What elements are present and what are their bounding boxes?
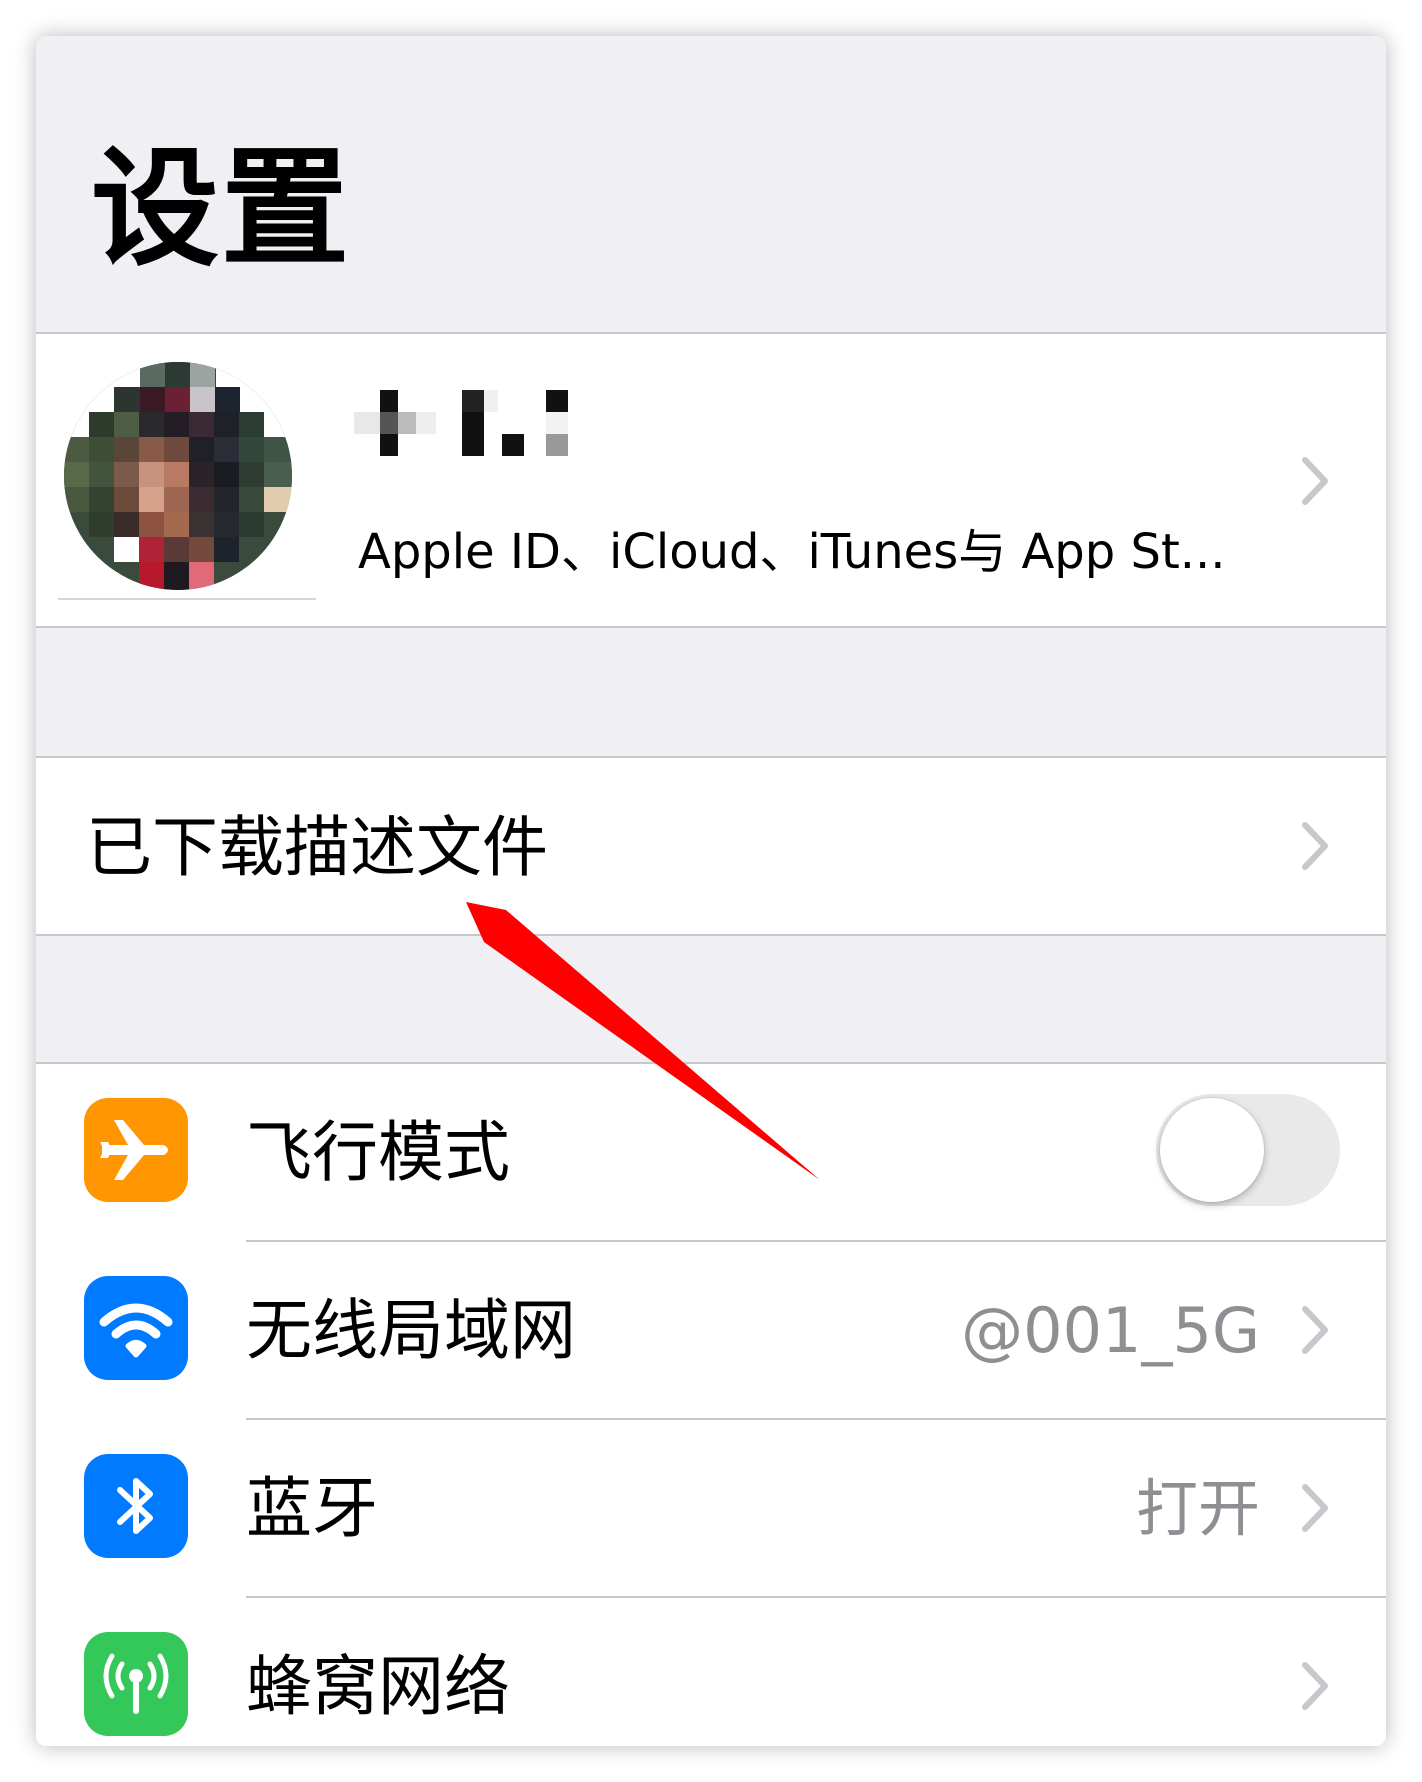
avatar xyxy=(64,362,292,590)
wlan-row[interactable]: 无线局域网 @001_5G xyxy=(36,1242,1386,1418)
cellular-label: 蜂窝网络 xyxy=(246,1648,510,1725)
downloaded-profiles-row[interactable]: 已下载描述文件 xyxy=(36,756,1386,936)
chevron-right-icon xyxy=(1302,1484,1328,1532)
apple-id-subtitle: Apple ID、iCloud、iTunes与 App St... xyxy=(358,524,1226,580)
wlan-label: 无线局域网 xyxy=(246,1292,576,1369)
airplane-mode-label: 飞行模式 xyxy=(246,1114,510,1191)
bluetooth-row[interactable]: 蓝牙 打开 xyxy=(36,1420,1386,1596)
chevron-right-icon xyxy=(1302,822,1328,870)
cellular-icon xyxy=(84,1632,188,1736)
downloaded-profiles-label: 已下载描述文件 xyxy=(86,809,548,886)
chevron-right-icon xyxy=(1302,1306,1328,1354)
profile-separator xyxy=(58,598,316,600)
settings-screen: 设置 Apple ID、iCloud、iTunes与 App St... 已下载… xyxy=(36,36,1386,1746)
settings-list: 飞行模式 无线局域网 @001_5G 蓝牙 打开 蜂窝网络 xyxy=(36,1062,1386,1746)
bluetooth-icon xyxy=(84,1454,188,1558)
cellular-row[interactable]: 蜂窝网络 xyxy=(36,1598,1386,1746)
airplane-mode-row: 飞行模式 xyxy=(36,1064,1386,1240)
chevron-right-icon xyxy=(1302,1662,1328,1710)
profile-name xyxy=(354,384,584,468)
bluetooth-value: 打开 xyxy=(1135,1472,1260,1545)
toggle-knob xyxy=(1160,1098,1264,1202)
airplane-mode-toggle[interactable] xyxy=(1156,1094,1340,1206)
bluetooth-label: 蓝牙 xyxy=(246,1470,378,1547)
apple-id-row[interactable]: Apple ID、iCloud、iTunes与 App St... xyxy=(36,332,1386,628)
airplane-icon xyxy=(84,1098,188,1202)
page-title: 设置 xyxy=(91,135,352,284)
wifi-icon xyxy=(84,1276,188,1380)
wlan-value: @001_5G xyxy=(961,1294,1260,1367)
chevron-right-icon xyxy=(1302,457,1328,505)
